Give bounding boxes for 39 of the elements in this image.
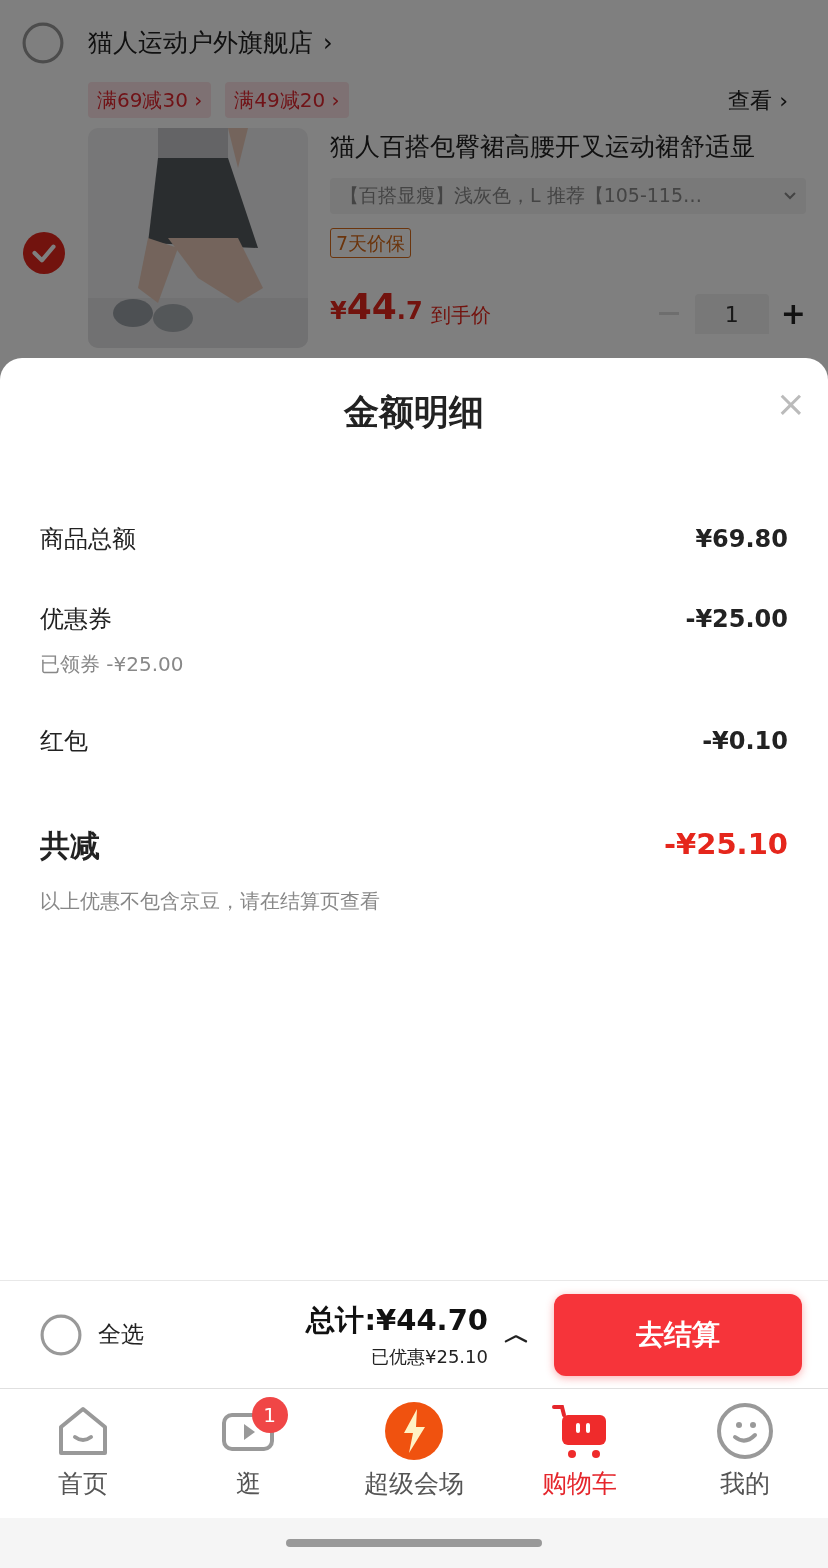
discount-note: 以上优惠不包含京豆，请在结算页查看: [40, 887, 381, 915]
tab[interactable]: 逛 1: [165, 1389, 332, 1518]
price: ¥44.7: [330, 285, 423, 329]
checkbox[interactable]: [23, 232, 65, 274]
amount-value: ¥69.80: [695, 523, 788, 555]
smiley-icon: [715, 1401, 776, 1461]
caret-icon: [784, 191, 796, 200]
total-discount-value: -¥25.10: [664, 826, 788, 864]
coupon-note: 已领券 -¥25.00: [40, 650, 185, 678]
tab[interactable]: 超级会场: [331, 1389, 497, 1518]
amount-value: -¥25.00: [685, 603, 788, 635]
saved-amount: 已优惠¥25.10: [371, 1344, 488, 1369]
expand-button[interactable]: ︿: [504, 1315, 530, 1354]
amount-label: 红包: [40, 725, 88, 757]
checkout-button[interactable]: 去结算: [554, 1293, 802, 1376]
lightning-badge-icon: [384, 1401, 444, 1461]
tab[interactable]: 我的: [662, 1389, 828, 1518]
total-price: 总计:¥44.70: [306, 1302, 488, 1340]
promo-tag[interactable]: 满49减20 ›: [225, 82, 349, 118]
amount-value: -¥0.10: [702, 725, 788, 757]
price-protect-tag: 7天价保: [330, 227, 412, 258]
total-discount-label: 共减: [40, 826, 100, 865]
promo-tag[interactable]: 满69减30 ›: [88, 82, 212, 118]
view-link[interactable]: 查看 ›: [728, 83, 788, 117]
store-name[interactable]: 猫人运动户外旗舰店: [88, 24, 313, 62]
select-all-label[interactable]: 全选: [98, 1317, 144, 1352]
checkbox[interactable]: [22, 22, 64, 64]
sheet-title: 金额明细: [344, 391, 484, 434]
product-title[interactable]: 猫人百搭包臀裙高腰开叉运动裙舒适显: [330, 128, 806, 166]
notification-badge: 1: [251, 1397, 288, 1433]
checkbox[interactable]: [40, 1313, 82, 1356]
tab[interactable]: 首页: [0, 1389, 166, 1518]
amount-label: 优惠券: [40, 603, 112, 635]
plus-button[interactable]: +: [780, 294, 806, 334]
quantity-field[interactable]: 1: [694, 294, 769, 334]
price-note: 到手价: [430, 302, 491, 329]
amount-label: 商品总额: [40, 523, 136, 555]
chevron-icon: ›: [323, 25, 333, 61]
tab[interactable]: 购物车: [496, 1389, 663, 1518]
